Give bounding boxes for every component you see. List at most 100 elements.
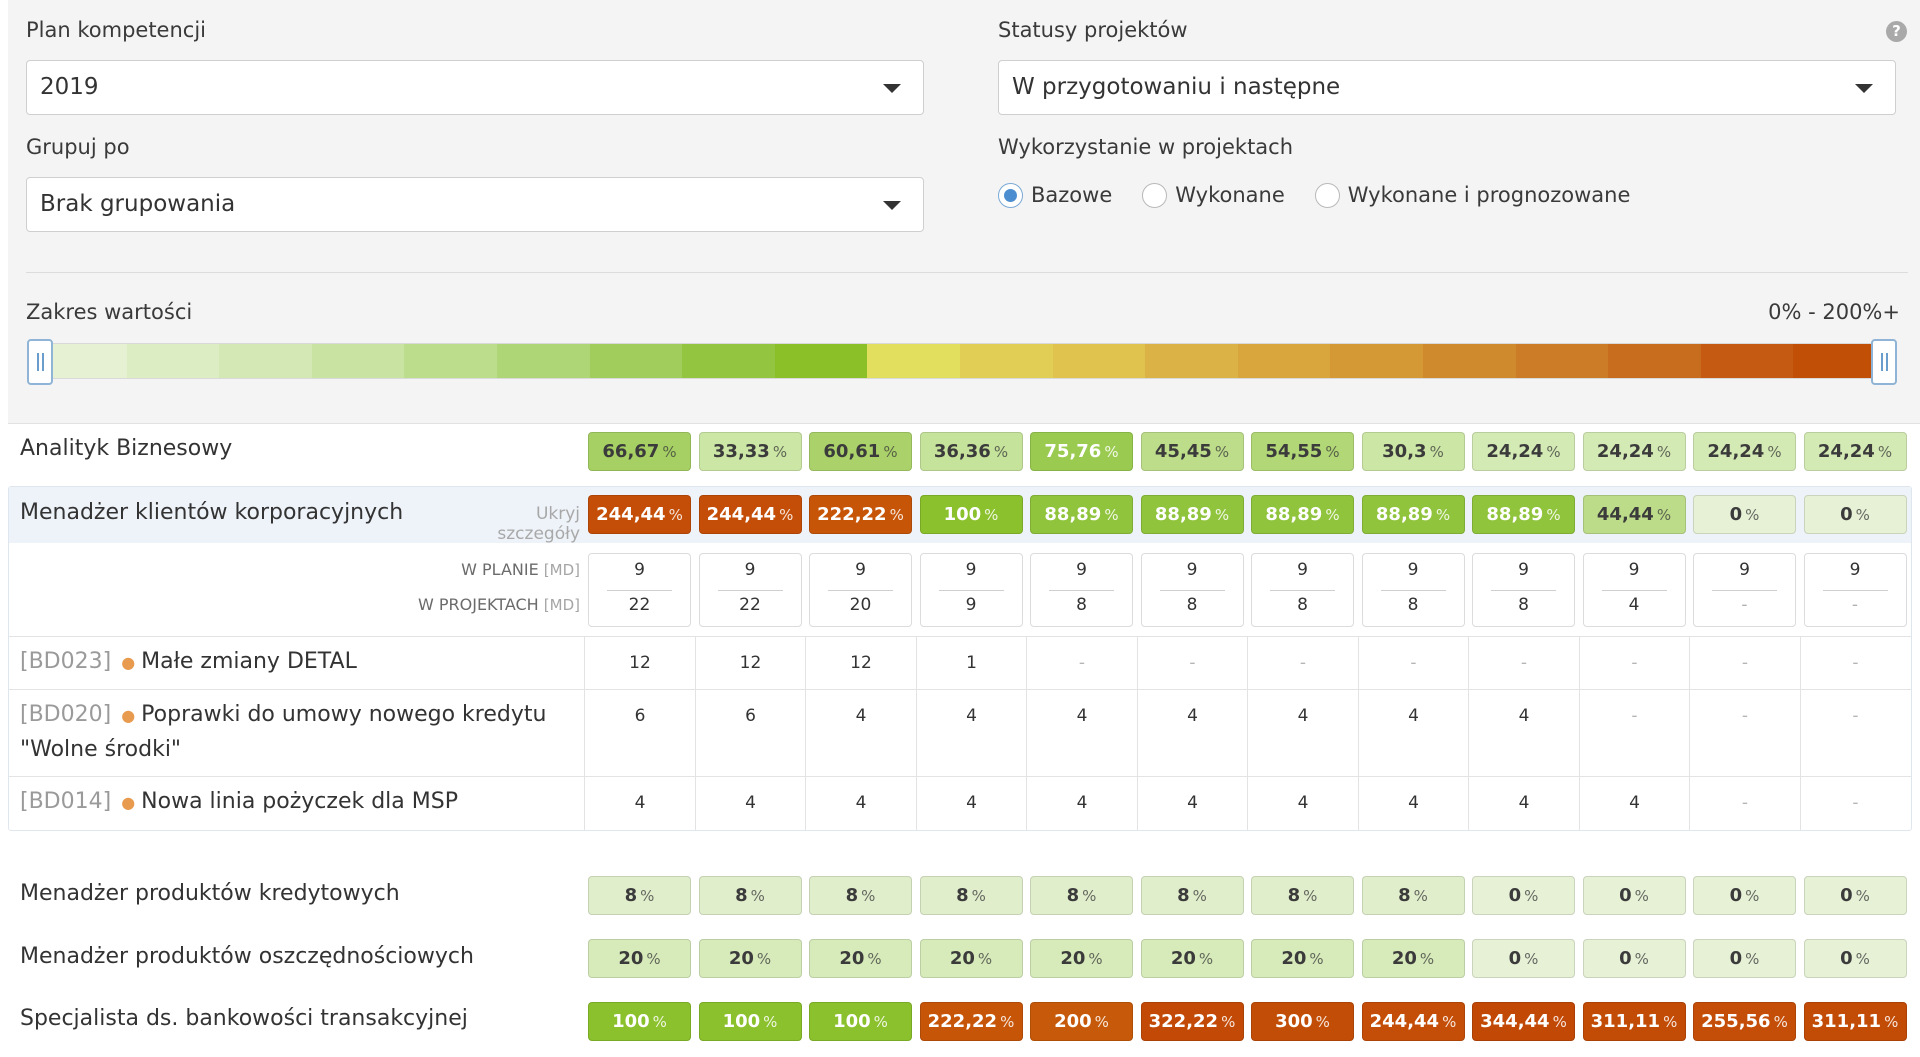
- percent-cell[interactable]: 24,24%: [1693, 432, 1796, 471]
- row-label-produktow-kredytowych[interactable]: Menadżer produktów kredytowych: [20, 881, 400, 906]
- percent-cell[interactable]: 0%: [1803, 939, 1907, 978]
- percent-cell[interactable]: 100%: [809, 1002, 912, 1041]
- percent-cell[interactable]: 88,89%: [1361, 495, 1465, 534]
- percent-unit: %: [971, 887, 986, 905]
- percent-cell[interactable]: 300%: [1251, 1002, 1354, 1041]
- project-row-bd020[interactable]: [BD020] ● Poprawki do umowy nowego kredytu…: [20, 698, 560, 767]
- percent-cell[interactable]: 222,22%: [809, 495, 912, 534]
- percent-unit: %: [1663, 1013, 1678, 1031]
- percent-cell[interactable]: 33,33%: [698, 432, 802, 471]
- gradient-segment: [1052, 344, 1146, 378]
- hide-details-link[interactable]: Ukryj szczegóły: [450, 504, 580, 544]
- percent-cell[interactable]: 0%: [1693, 876, 1796, 915]
- percent-cell[interactable]: 0%: [1803, 495, 1907, 534]
- percent-cell[interactable]: 100%: [698, 1002, 802, 1041]
- percent-cell[interactable]: 244,44%: [588, 495, 691, 534]
- percent-cell[interactable]: 8%: [1361, 876, 1465, 915]
- percent-cell[interactable]: 8%: [1030, 876, 1133, 915]
- row-divider: [9, 636, 1911, 637]
- percent-cell[interactable]: 88,89%: [1472, 495, 1575, 534]
- radio-bazowe[interactable]: Bazowe: [998, 182, 1112, 208]
- project-value-cell: -: [1852, 653, 1859, 673]
- help-icon[interactable]: ?: [1886, 21, 1907, 42]
- gradient-segment: [1608, 344, 1701, 378]
- percent-cell[interactable]: 24,24%: [1803, 432, 1907, 471]
- percent-cell[interactable]: 8%: [1251, 876, 1354, 915]
- group-select[interactable]: Brak grupowania: [26, 177, 924, 232]
- percent-cell[interactable]: 311,11%: [1803, 1002, 1907, 1041]
- divider: [1712, 590, 1777, 591]
- percent-cell[interactable]: 311,11%: [1582, 1002, 1686, 1041]
- row-label-produktow-oszczednosciowych[interactable]: Menadżer produktów oszczędnościowych: [20, 944, 474, 969]
- percent-cell[interactable]: 20%: [919, 939, 1023, 978]
- row-label-menadzer-klientow[interactable]: Menadżer klientów korporacyjnych: [20, 500, 403, 525]
- status-select[interactable]: W przygotowaniu i następne: [998, 60, 1896, 115]
- bullet-icon: ●: [121, 793, 136, 812]
- percent-cell[interactable]: 200%: [1030, 1002, 1133, 1041]
- percent-cell[interactable]: 244,44%: [698, 495, 802, 534]
- row-label-analityk[interactable]: Analityk Biznesowy: [20, 436, 232, 461]
- percent-unit: %: [1214, 506, 1230, 524]
- percent-cell[interactable]: 24,24%: [1472, 432, 1575, 471]
- project-value-cell: -: [1189, 653, 1196, 673]
- percent-cell[interactable]: 0%: [1803, 876, 1907, 915]
- gradient-segment: [774, 344, 868, 378]
- gradient-segment: [126, 344, 220, 378]
- percent-cell[interactable]: 0%: [1693, 939, 1796, 978]
- percent-cell[interactable]: 30,3%: [1361, 432, 1465, 471]
- percent-cell[interactable]: 344,44%: [1472, 1002, 1575, 1041]
- percent-cell[interactable]: 8%: [1140, 876, 1244, 915]
- range-max-handle[interactable]: [1871, 339, 1897, 385]
- percent-unit: %: [867, 950, 882, 968]
- percent-cell[interactable]: 20%: [1030, 939, 1133, 978]
- range-min-handle[interactable]: [27, 339, 53, 385]
- percent-cell[interactable]: 100%: [588, 1002, 691, 1041]
- divider: [607, 590, 672, 591]
- gradient-segment: [311, 344, 405, 378]
- percent-cell[interactable]: 20%: [588, 939, 691, 978]
- percent-cell[interactable]: 44,44%: [1582, 495, 1686, 534]
- percent-cell[interactable]: 54,55%: [1251, 432, 1354, 471]
- percent-unit: %: [1192, 887, 1207, 905]
- percent-cell[interactable]: 20%: [1140, 939, 1244, 978]
- md-summary-cell: 9 20: [809, 553, 912, 627]
- percent-cell[interactable]: 0%: [1582, 939, 1686, 978]
- percent-cell[interactable]: 20%: [698, 939, 802, 978]
- percent-cell[interactable]: 75,76%: [1030, 432, 1133, 471]
- percent-cell[interactable]: 0%: [1693, 495, 1796, 534]
- percent-cell[interactable]: 60,61%: [809, 432, 912, 471]
- percent-cell[interactable]: 36,36%: [919, 432, 1023, 471]
- percent-cell[interactable]: 20%: [809, 939, 912, 978]
- range-gradient-bar[interactable]: [34, 343, 1886, 379]
- percent-cell[interactable]: 100%: [919, 495, 1023, 534]
- project-row-bd023[interactable]: [BD023] ● Małe zmiany DETAL: [20, 645, 560, 680]
- percent-value: 24,24: [1707, 441, 1765, 462]
- project-value-cell: 4: [745, 793, 756, 813]
- percent-cell[interactable]: 8%: [919, 876, 1023, 915]
- percent-cell[interactable]: 8%: [698, 876, 802, 915]
- radio-wykonane[interactable]: Wykonane: [1142, 182, 1285, 208]
- percent-cell[interactable]: 0%: [1472, 939, 1575, 978]
- percent-cell[interactable]: 8%: [809, 876, 912, 915]
- percent-cell[interactable]: 244,44%: [1361, 1002, 1465, 1041]
- md-summary-cell: 9-: [1693, 553, 1796, 627]
- percent-cell[interactable]: 20%: [1361, 939, 1465, 978]
- row-label-bankowosci-transakcyjnej[interactable]: Specjalista ds. bankowości transakcyjnej: [20, 1006, 468, 1031]
- percent-cell[interactable]: 20%: [1251, 939, 1354, 978]
- in-projects-value: -: [1741, 595, 1748, 615]
- percent-cell[interactable]: 88,89%: [1030, 495, 1133, 534]
- percent-cell[interactable]: 222,22%: [919, 1002, 1023, 1041]
- project-row-bd014[interactable]: [BD014] ● Nowa linia pożyczek dla MSP: [20, 785, 560, 820]
- percent-cell[interactable]: 88,89%: [1251, 495, 1354, 534]
- percent-cell[interactable]: 0%: [1472, 876, 1575, 915]
- percent-cell[interactable]: 24,24%: [1582, 432, 1686, 471]
- percent-cell[interactable]: 66,67%: [588, 432, 691, 471]
- percent-cell[interactable]: 322,22%: [1140, 1002, 1244, 1041]
- radio-wykonane-prognozowane[interactable]: Wykonane i prognozowane: [1314, 182, 1630, 208]
- percent-cell[interactable]: 8%: [588, 876, 691, 915]
- percent-cell[interactable]: 45,45%: [1140, 432, 1244, 471]
- percent-cell[interactable]: 0%: [1582, 876, 1686, 915]
- percent-cell[interactable]: 88,89%: [1140, 495, 1244, 534]
- percent-cell[interactable]: 255,56%: [1693, 1002, 1796, 1041]
- plan-select[interactable]: 2019: [26, 60, 924, 115]
